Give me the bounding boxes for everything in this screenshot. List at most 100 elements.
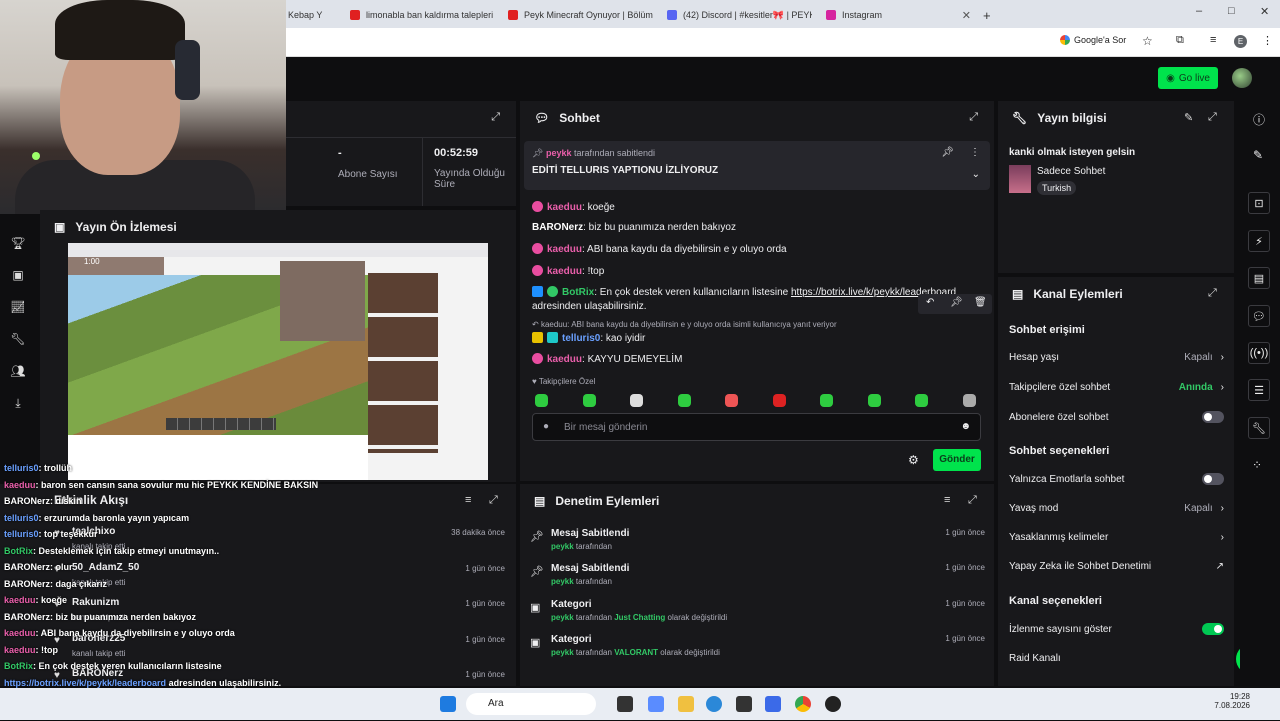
reading-list-icon[interactable]: ≡ xyxy=(1210,34,1216,46)
send-button[interactable]: Gönder xyxy=(933,449,981,471)
bookmark-star-icon[interactable]: ☆ xyxy=(1142,34,1153,48)
stream-preview-video[interactable]: 1:00 xyxy=(68,243,488,480)
info-icon[interactable]: ⓘ xyxy=(1253,111,1265,128)
pinned-message[interactable]: 📌︎ peykk tarafından sabitlendi EDİTİ TEL… xyxy=(524,141,990,190)
chat-message-botrix[interactable]: BotRix: En çok destek veren kullanıcılar… xyxy=(532,286,956,298)
emote-icon[interactable] xyxy=(535,394,548,407)
edit-icon[interactable]: ✎ xyxy=(1184,111,1193,124)
taskbar-clock[interactable]: 19:28 7.08.2026 xyxy=(1208,692,1250,710)
analytics-icon[interactable]: 📈︎ xyxy=(10,300,26,316)
browser-tab[interactable]: limonabla ban kaldırma talepleri✕ xyxy=(350,4,495,26)
app-icon[interactable] xyxy=(765,696,781,712)
google-sor-button[interactable]: Google'a Sor xyxy=(1060,35,1126,45)
filter-icon[interactable]: ≡ xyxy=(944,494,950,506)
chat-username[interactable]: kaeduu xyxy=(547,354,582,365)
users-icon[interactable]: 👥︎ xyxy=(10,364,26,380)
moderation-item[interactable]: ▣ Kategori peykk tarafından Just Chatting … xyxy=(530,599,985,622)
browser-tab[interactable]: Kebap Y xyxy=(288,4,338,26)
chat-input[interactable]: ● Bir mesaj gönderin ☻ xyxy=(532,413,981,441)
lightning-icon[interactable]: ⚡︎ xyxy=(1248,230,1270,252)
chat-username[interactable]: BotRix xyxy=(562,287,594,298)
pencil-icon[interactable]: ✎ xyxy=(1253,148,1263,162)
taskbar-search[interactable]: Ara xyxy=(466,693,596,715)
chat-message[interactable]: kaeduu: KAYYU DEMEYELİM xyxy=(532,353,682,365)
download-icon[interactable]: ⤓ xyxy=(10,396,26,412)
emote-icon[interactable] xyxy=(630,394,643,407)
wrench-icon[interactable]: 🔧︎ xyxy=(1248,417,1270,439)
moderation-item[interactable]: 📌︎ Mesaj Sabitlendi peykk tarafından 1 gün … xyxy=(530,528,985,551)
chat-message[interactable]: kaeduu: ABI bana kaydu da diyebilirsin e… xyxy=(532,243,787,255)
go-live-button[interactable]: ◉ Go live xyxy=(1158,67,1218,89)
emote-icon[interactable] xyxy=(962,394,976,407)
mod-user[interactable]: peykk xyxy=(551,577,574,586)
layout-icon[interactable]: ☰ xyxy=(1248,379,1270,401)
emote-only-toggle[interactable] xyxy=(1202,473,1224,485)
obs-icon[interactable] xyxy=(825,696,841,712)
mod-user[interactable]: peykk xyxy=(551,613,574,622)
emote-only-row[interactable]: Yalnızca Emotlarla sohbet xyxy=(1009,473,1224,485)
emote-icon[interactable] xyxy=(725,394,738,407)
show-views-toggle[interactable] xyxy=(1202,623,1224,635)
raid-row[interactable]: Raid Kanalı xyxy=(1009,653,1224,664)
extensions-icon[interactable]: ⧉ xyxy=(1176,34,1184,47)
chat-username[interactable]: BARONerz xyxy=(532,222,583,233)
emote-icon[interactable] xyxy=(915,394,928,407)
reply-icon[interactable]: ↶ xyxy=(926,297,934,308)
popout-icon[interactable]: ⤢ xyxy=(1208,287,1217,300)
emote-icon[interactable] xyxy=(772,394,786,407)
pin-icon[interactable]: 📌︎ xyxy=(950,297,963,308)
popout-icon[interactable]: ⤢ xyxy=(969,111,978,124)
file-explorer-icon[interactable] xyxy=(678,696,694,712)
document-icon[interactable]: ▤ xyxy=(1248,267,1270,289)
broadcast-icon[interactable]: ((•)) xyxy=(1248,342,1270,364)
edge-icon[interactable] xyxy=(706,696,722,712)
chat-message[interactable]: kaeduu: !top xyxy=(532,265,604,277)
popout-icon[interactable]: ⤢ xyxy=(968,494,977,507)
copilot-icon[interactable] xyxy=(648,696,664,712)
show-views-row[interactable]: İzlenme sayısını göster xyxy=(1009,623,1224,635)
category-name[interactable]: Sadece Sohbet xyxy=(1037,166,1105,177)
clip-icon[interactable]: ⊡ xyxy=(1248,192,1270,214)
mod-user[interactable]: peykk xyxy=(551,648,574,657)
trash-icon[interactable]: 🗑︎ xyxy=(974,297,987,308)
emoji-icon[interactable]: ☻ xyxy=(960,421,971,432)
windows-start-icon[interactable] xyxy=(440,696,456,712)
chat-message[interactable]: telluris0: kao iyidir xyxy=(532,332,645,344)
close-tab-icon[interactable]: ✕ xyxy=(962,9,971,22)
chevron-down-icon[interactable]: ⌄ xyxy=(972,169,980,180)
banned-words-row[interactable]: Yasaklanmış kelimeler › xyxy=(1009,532,1224,543)
profile-avatar[interactable]: E xyxy=(1234,35,1247,48)
emote-icon[interactable] xyxy=(582,394,596,407)
task-view-icon[interactable] xyxy=(617,696,633,712)
activity-username[interactable]: Rakunizm xyxy=(72,597,119,608)
chat-username[interactable]: kaeduu xyxy=(547,266,582,277)
chat-bubble-icon[interactable]: 💬︎ xyxy=(1248,305,1270,327)
user-avatar[interactable] xyxy=(1232,68,1252,88)
subs-only-row[interactable]: Abonelere özel sohbet xyxy=(1009,411,1224,423)
popout-icon[interactable]: ⤢ xyxy=(489,494,498,507)
popout-icon[interactable]: ⤢ xyxy=(1208,111,1217,124)
new-tab-button[interactable]: + xyxy=(983,4,995,26)
browser-tab[interactable]: Peyk Minecraft Oynuyor | Bölüm✕ xyxy=(508,4,653,26)
moderation-item[interactable]: ▣ Kategori peykk tarafından VALORANT olara… xyxy=(530,634,985,657)
emote-icon[interactable] xyxy=(820,394,833,407)
chat-message[interactable]: BARONerz: biz bu puanımıza nerden bakıyo… xyxy=(532,222,736,233)
browser-tab[interactable]: (42) Discord | #kesitler🎀 | PEYK✕ xyxy=(667,4,812,26)
emote-icon[interactable] xyxy=(677,394,691,407)
activity-username[interactable]: 50_AdamZ_50 xyxy=(72,562,139,573)
trophy-icon[interactable]: 🏆︎ xyxy=(10,236,26,252)
chat-username[interactable]: telluris0 xyxy=(562,333,600,344)
mod-user[interactable]: peykk xyxy=(551,542,574,551)
more-icon[interactable]: ⋮ xyxy=(970,147,980,158)
minimize-button[interactable]: – xyxy=(1196,5,1202,17)
maximize-button[interactable]: □ xyxy=(1228,5,1235,17)
chat-settings-gear-icon[interactable]: ⚙ xyxy=(908,453,919,467)
browser-tab[interactable]: Instagram ✕ xyxy=(826,4,971,26)
video-icon[interactable]: ▣ xyxy=(10,268,26,284)
chat-message[interactable]: kaeduu: koeğe xyxy=(532,201,615,213)
slow-mode-row[interactable]: Yavaş mod Kapalı › xyxy=(1009,503,1224,514)
chat-username[interactable]: kaeduu xyxy=(547,244,582,255)
close-window-button[interactable]: ✕ xyxy=(1260,5,1269,18)
store-icon[interactable] xyxy=(736,696,752,712)
filter-icon[interactable]: ≡ xyxy=(465,494,471,506)
